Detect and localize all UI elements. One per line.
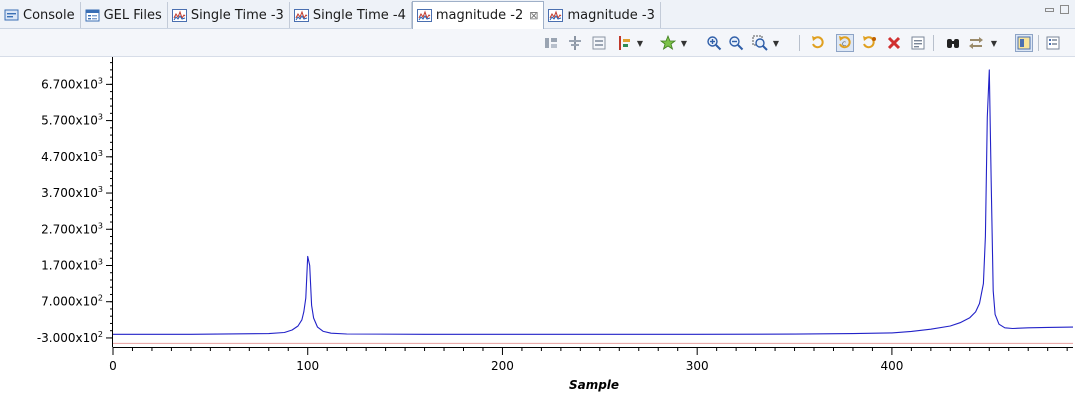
series-line-0 xyxy=(113,69,1074,335)
tab-single-time-3[interactable]: Single Time -3 xyxy=(168,2,290,28)
y-tick-label: 5.700x103 xyxy=(41,113,103,128)
y-tick-label: 1.700x103 xyxy=(41,257,103,272)
dropdown-arrow[interactable]: ▼ xyxy=(772,35,780,51)
x-tick-label: 400 xyxy=(880,359,903,373)
y-tick-exponent: 3 xyxy=(98,221,103,230)
refresh-all-icon[interactable] xyxy=(862,35,878,51)
properties-icon[interactable] xyxy=(910,35,926,51)
graph-icon xyxy=(416,9,432,22)
toolbar-separator xyxy=(933,35,934,51)
center-icon[interactable] xyxy=(567,35,583,51)
tab-gel-files[interactable]: GEL Files xyxy=(81,2,168,28)
toolbar-separator xyxy=(1038,35,1039,51)
dropdown-arrow[interactable]: ▼ xyxy=(680,35,688,51)
tab-label: Single Time -3 xyxy=(190,7,284,23)
y-tick-label: 4.700x103 xyxy=(41,149,103,164)
x-tick-label: 200 xyxy=(491,359,514,373)
dropdown-arrow[interactable]: ▼ xyxy=(636,35,644,51)
list-icon[interactable] xyxy=(1045,35,1061,51)
x-tick-label: 300 xyxy=(686,359,709,373)
x-tick-label: 100 xyxy=(296,359,319,373)
y-tick-mantissa: 3.700x10 xyxy=(41,186,98,200)
window-controls xyxy=(1045,5,1069,14)
y-tick-label: 7.000x102 xyxy=(41,294,103,309)
y-tick-exponent: 3 xyxy=(98,185,103,194)
tab-label: magnitude -2 xyxy=(435,8,524,23)
magnitude-graph: -3.000x102 7.000x102 1.700x103 2.700x103 3.7… xyxy=(0,57,1075,407)
fit-icon[interactable] xyxy=(591,35,607,51)
tab-label: Single Time -4 xyxy=(312,7,406,23)
layout-icon[interactable] xyxy=(1015,34,1033,52)
tab-label: GEL Files xyxy=(103,7,162,23)
y-tick-label: -3.000x102 xyxy=(37,330,103,345)
align-cursor-icon[interactable] xyxy=(543,35,559,51)
y-tick-mantissa: 1.700x10 xyxy=(41,258,98,272)
y-tick-exponent: 3 xyxy=(98,76,103,85)
tab-magnitude-3[interactable]: magnitude -3 xyxy=(544,2,661,28)
y-tick-mantissa: 6.700x10 xyxy=(41,77,98,91)
minimize-icon[interactable] xyxy=(1045,8,1054,12)
y-tick-mantissa: 7.000x10 xyxy=(41,295,98,309)
editor-tab-bar: Console GEL Files Single Time -3 Single Tim… xyxy=(0,0,1075,29)
refresh-continuous-icon[interactable]: C xyxy=(836,34,854,52)
graph-icon xyxy=(293,8,309,22)
y-tick-mantissa: 5.700x10 xyxy=(41,114,98,128)
tab-single-time-4[interactable]: Single Time -4 xyxy=(290,2,412,28)
y-tick-label: 6.700x103 xyxy=(41,76,103,91)
x-axis-title: Sample xyxy=(569,378,619,392)
marker-icon[interactable] xyxy=(616,35,632,51)
zoom-out-icon[interactable] xyxy=(728,35,744,51)
graph-icon xyxy=(171,8,187,22)
tab-label: magnitude -3 xyxy=(567,7,655,23)
graph-toolbar: ▼ ▼ ▼ C ▼ xyxy=(0,29,1075,57)
refresh-icon[interactable] xyxy=(810,35,826,51)
console-icon xyxy=(4,9,19,22)
chart-svg[interactable]: -3.000x1027.000x1021.700x1032.700x1033.7… xyxy=(0,57,1075,407)
tab-label: Console xyxy=(23,7,75,23)
y-tick-mantissa: -3.000x10 xyxy=(37,331,98,345)
sync-icon[interactable] xyxy=(968,35,984,51)
star-icon[interactable] xyxy=(660,35,676,51)
maximize-icon[interactable] xyxy=(1060,5,1069,14)
dropdown-arrow[interactable]: ▼ xyxy=(990,35,998,51)
zoom-box-icon[interactable] xyxy=(752,35,768,51)
y-tick-exponent: 3 xyxy=(98,113,103,122)
y-tick-exponent: 2 xyxy=(98,294,103,303)
tab-console[interactable]: Console xyxy=(0,2,81,28)
find-icon[interactable] xyxy=(945,35,961,51)
toolbar-separator xyxy=(799,35,800,51)
close-tab-icon[interactable]: ⊠ xyxy=(529,9,538,22)
y-tick-exponent: 3 xyxy=(98,257,103,266)
y-tick-exponent: 2 xyxy=(98,330,103,339)
gel-files-icon xyxy=(85,9,100,22)
clear-icon[interactable] xyxy=(886,35,902,51)
y-tick-mantissa: 4.700x10 xyxy=(41,150,98,164)
y-tick-mantissa: 2.700x10 xyxy=(41,222,98,236)
svg-text:C: C xyxy=(842,41,846,48)
y-tick-exponent: 3 xyxy=(98,149,103,158)
y-tick-label: 2.700x103 xyxy=(41,221,103,236)
x-tick-label: 0 xyxy=(109,359,117,373)
tab-magnitude-2[interactable]: magnitude -2 ⊠ xyxy=(411,1,545,29)
graph-icon xyxy=(548,8,564,22)
zoom-in-icon[interactable] xyxy=(706,35,722,51)
y-tick-label: 3.700x103 xyxy=(41,185,103,200)
